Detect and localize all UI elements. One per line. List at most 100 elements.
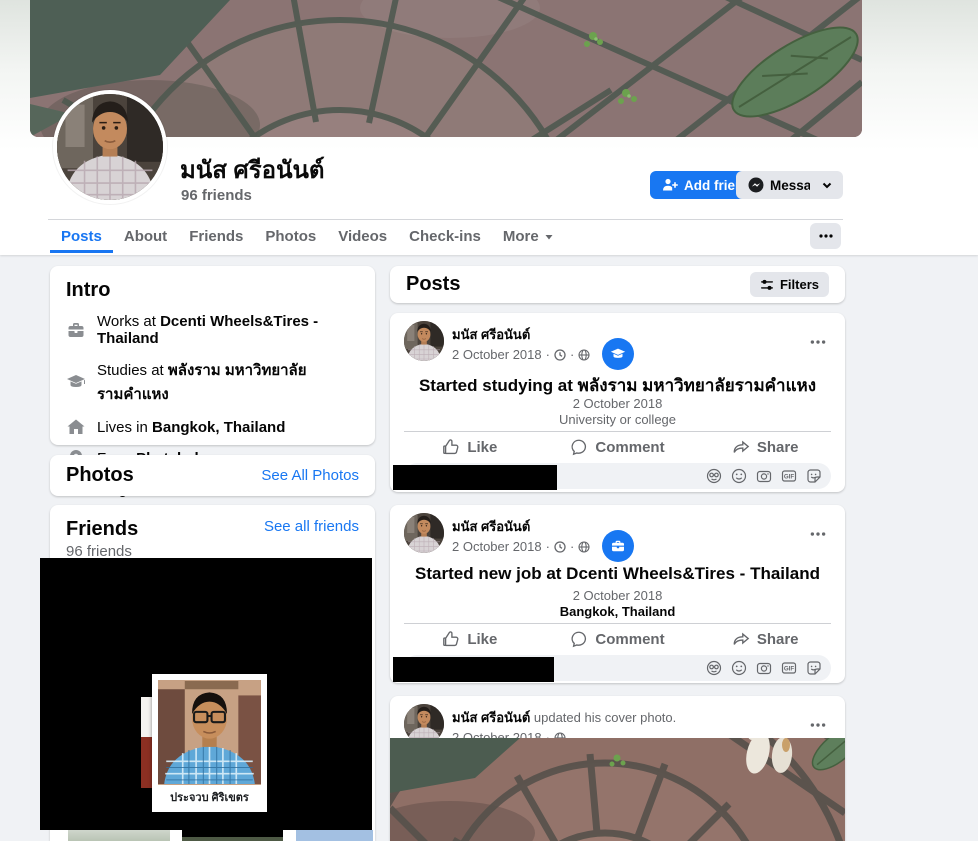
paving-stones-photo	[390, 738, 845, 841]
share-button[interactable]: Share	[691, 433, 839, 461]
messenger-icon	[748, 177, 764, 193]
life-event-title[interactable]: Started new job at Dcenti Wheels&Tires -…	[400, 564, 835, 584]
intro-studies-item: Studies at พลังราม มหาวิทยาลัยรามคำแหง	[66, 358, 359, 406]
post-author-avatar[interactable]	[404, 321, 444, 361]
posts-panel-header: Posts Filters	[390, 266, 845, 303]
clock-icon	[554, 541, 566, 553]
tab-checkins[interactable]: Check-ins	[398, 221, 492, 253]
tab-more[interactable]: More	[492, 221, 565, 253]
camera-icon[interactable]	[756, 660, 772, 676]
graduation-cap-icon	[609, 345, 627, 363]
share-arrow-icon	[732, 630, 750, 648]
tabs-overflow-button[interactable]	[810, 223, 841, 249]
profile-header: มนัส ศรีอนันต์ 96 friends Add friend Mes…	[0, 0, 978, 255]
post-author-avatar[interactable]	[404, 513, 444, 553]
life-event-subtitle: University or college	[390, 412, 845, 427]
tab-photos[interactable]: Photos	[254, 221, 327, 253]
globe-icon	[578, 541, 590, 553]
friend-tile[interactable]: ประจวบ ศิริเขตร	[152, 674, 267, 812]
profile-tabs: Posts About Friends Photos Videos Check-…	[50, 221, 565, 253]
comment-bubble-icon	[570, 630, 588, 648]
redacted-friend-thumbnail	[182, 830, 283, 837]
friend-thumbnail-partial-2	[182, 837, 283, 841]
divider	[404, 623, 831, 624]
see-all-photos-link[interactable]: See All Photos	[261, 467, 359, 484]
post-options-button[interactable]	[805, 521, 831, 552]
friend-name[interactable]: ประจวบ ศิริเขตร	[152, 788, 267, 806]
gif-icon[interactable]: GIF	[781, 468, 797, 484]
life-event-title[interactable]: Started studying at พลังราม มหาวิทยาลัยร…	[400, 372, 835, 399]
friend-photo	[158, 680, 261, 785]
life-event-date: 2 October 2018	[390, 396, 845, 411]
comment-bubble-icon	[570, 438, 588, 456]
intro-lives-item: Lives in Bangkok, Thailand	[66, 417, 359, 437]
sticker-icon[interactable]	[806, 468, 822, 484]
chevron-down-icon	[820, 178, 834, 192]
home-icon	[66, 417, 86, 437]
ellipsis-icon	[809, 716, 827, 734]
filters-label: Filters	[780, 277, 819, 292]
post-photo-cover-update[interactable]	[390, 738, 845, 841]
post-meta[interactable]: 2 October 2018 · ·	[452, 539, 590, 554]
graduation-cap-icon	[66, 372, 86, 392]
briefcase-icon	[66, 320, 86, 340]
life-event-location[interactable]: Bangkok, Thailand	[390, 604, 845, 619]
filters-button[interactable]: Filters	[750, 272, 829, 297]
sticker-icon[interactable]	[806, 660, 822, 676]
person-add-icon	[662, 177, 678, 193]
ellipsis-icon	[809, 333, 827, 351]
post-life-event-study: มนัส ศรีอนันต์ 2 October 2018 · · Starte…	[390, 313, 845, 492]
share-arrow-icon	[732, 438, 750, 456]
profile-picture[interactable]	[53, 90, 167, 204]
post-cover-photo-update: มนัส ศรีอนันต์ updated his cover photo. …	[390, 696, 845, 841]
globe-icon	[578, 349, 590, 361]
tab-about[interactable]: About	[113, 221, 178, 253]
facebook-profile-page: { "header": { "name": "มนัส ศรีอนันต์", …	[0, 0, 978, 841]
post-author-line[interactable]: มนัส ศรีอนันต์ updated his cover photo.	[452, 707, 676, 728]
like-button[interactable]: Like	[396, 625, 544, 653]
tab-videos[interactable]: Videos	[327, 221, 398, 253]
post-author-name[interactable]: มนัส ศรีอนันต์	[452, 324, 590, 345]
see-all-friends-link[interactable]: See all friends	[264, 518, 359, 535]
life-event-badge	[602, 338, 634, 370]
redacted-comment-area	[393, 465, 557, 490]
emoji-icon[interactable]	[731, 468, 747, 484]
tab-friends[interactable]: Friends	[178, 221, 254, 253]
friend-thumbnail-partial-1	[68, 830, 170, 841]
caret-down-icon	[544, 232, 554, 242]
tab-posts[interactable]: Posts	[50, 221, 113, 253]
intro-work-item: Works at Dcenti Wheels&Tires - Thailand	[66, 313, 359, 347]
camera-icon[interactable]	[756, 468, 772, 484]
divider	[404, 431, 831, 432]
thumbs-up-icon	[442, 438, 460, 456]
intro-card: Intro Works at Dcenti Wheels&Tires - Tha…	[50, 266, 375, 445]
redacted-comment-area	[393, 657, 554, 682]
briefcase-icon	[610, 538, 626, 554]
share-button[interactable]: Share	[691, 625, 839, 653]
comment-button[interactable]: Comment	[544, 625, 692, 653]
posts-title: Posts	[406, 273, 460, 296]
post-meta[interactable]: 2 October 2018 · ·	[452, 347, 590, 362]
friend-thumbnail-partial-3	[296, 830, 373, 841]
profile-friends-count[interactable]: 96 friends	[181, 187, 252, 204]
thumbs-up-icon	[442, 630, 460, 648]
emoji-icon[interactable]	[731, 660, 747, 676]
avatar-sticker-icon[interactable]	[706, 468, 722, 484]
ellipsis-icon	[809, 525, 827, 543]
filters-icon	[760, 278, 774, 292]
life-event-date: 2 October 2018	[390, 588, 845, 603]
like-button[interactable]: Like	[396, 433, 544, 461]
post-life-event-job: มนัส ศรีอนันต์ 2 October 2018 · · Starte…	[390, 505, 845, 683]
gif-icon[interactable]: GIF	[781, 660, 797, 676]
intro-title: Intro	[66, 279, 359, 302]
photos-title: Photos	[66, 464, 134, 487]
life-event-badge	[602, 530, 634, 562]
post-options-button[interactable]	[805, 329, 831, 360]
post-author-name[interactable]: มนัส ศรีอนันต์	[452, 516, 590, 537]
friends-title: Friends	[66, 518, 138, 541]
comment-button[interactable]: Comment	[544, 433, 692, 461]
partial-friend-thumbnail	[141, 697, 152, 788]
profile-more-actions-button[interactable]	[810, 171, 843, 199]
profile-name: มนัส ศรีอนันต์	[180, 150, 324, 189]
avatar-sticker-icon[interactable]	[706, 660, 722, 676]
